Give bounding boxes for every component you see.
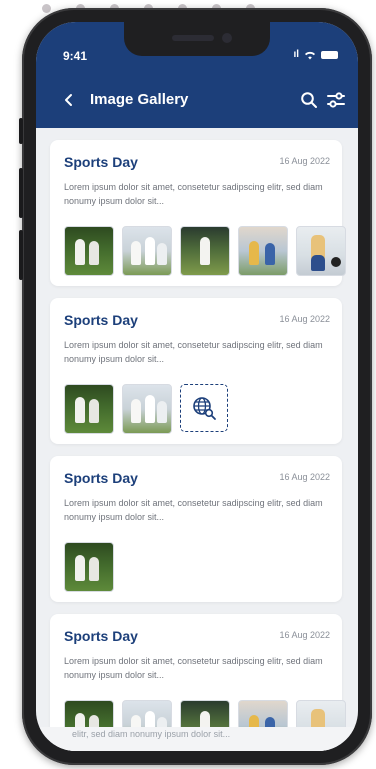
- card-date: 16 Aug 2022: [279, 314, 330, 324]
- search-icon[interactable]: [300, 91, 318, 109]
- card-title: Sports Day: [64, 154, 138, 170]
- card-title: Sports Day: [64, 628, 138, 644]
- card-date: 16 Aug 2022: [279, 472, 330, 482]
- photo-thumbnail[interactable]: [296, 226, 346, 276]
- status-icons: ıl: [293, 50, 338, 60]
- peek-text: elitr, sed diam nonumy ipsum dolor sit..…: [72, 729, 231, 739]
- photo-thumbnail[interactable]: [122, 226, 172, 276]
- card-date: 16 Aug 2022: [279, 156, 330, 166]
- photo-thumbnail[interactable]: [122, 384, 172, 434]
- card-date: 16 Aug 2022: [279, 630, 330, 640]
- chevron-left-icon[interactable]: [61, 92, 77, 108]
- thumbnail-row: [64, 384, 228, 434]
- add-photo-button[interactable]: [180, 384, 228, 432]
- page-title: Image Gallery: [90, 91, 189, 108]
- card-description: Lorem ipsum dolor sit amet, consetetur s…: [64, 182, 323, 206]
- signal-icon: ıl: [293, 49, 299, 60]
- card-description: Lorem ipsum dolor sit amet, consetetur s…: [64, 656, 323, 680]
- notch: [124, 22, 270, 56]
- gallery-card[interactable]: Sports Day 16 Aug 2022 Lorem ipsum dolor…: [50, 298, 342, 444]
- photo-thumbnail[interactable]: [238, 226, 288, 276]
- gallery-card[interactable]: Sports Day 16 Aug 2022 Lorem ipsum dolor…: [50, 140, 346, 286]
- wifi-icon: [305, 51, 315, 60]
- app-header: 9:41 ıl Image Gallery: [36, 22, 358, 128]
- status-time: 9:41: [63, 49, 88, 63]
- mute-switch: [19, 118, 23, 144]
- app-screen: 9:41 ıl Image Gallery Sports Day 16 Aug …: [36, 22, 358, 751]
- nav-bar: Image Gallery: [36, 88, 358, 116]
- card-description: Lorem ipsum dolor sit amet, consetetur s…: [64, 498, 323, 522]
- photo-thumbnail[interactable]: [64, 384, 114, 434]
- card-description: Lorem ipsum dolor sit amet, consetetur s…: [64, 340, 323, 364]
- speaker-grille: [172, 35, 214, 41]
- volume-down-button: [19, 230, 23, 280]
- phone-frame: 9:41 ıl Image Gallery Sports Day 16 Aug …: [19, 8, 372, 765]
- photo-thumbnail[interactable]: [64, 542, 114, 592]
- gallery-card[interactable]: Sports Day 16 Aug 2022 Lorem ipsum dolor…: [50, 456, 342, 602]
- status-bar: 9:41 ıl: [36, 22, 358, 76]
- globe-search-icon: [193, 397, 216, 420]
- dot: [42, 4, 51, 13]
- card-title: Sports Day: [64, 470, 138, 486]
- volume-up-button: [19, 168, 23, 218]
- list-peek: elitr, sed diam nonumy ipsum dolor sit..…: [36, 727, 358, 751]
- card-title: Sports Day: [64, 312, 138, 328]
- gallery-list[interactable]: Sports Day 16 Aug 2022 Lorem ipsum dolor…: [36, 128, 358, 751]
- photo-thumbnail[interactable]: [180, 226, 230, 276]
- thumbnail-row: [64, 542, 114, 592]
- thumbnail-row: [64, 226, 346, 276]
- photo-thumbnail[interactable]: [64, 226, 114, 276]
- battery-icon: [321, 51, 338, 59]
- camera-icon: [222, 33, 232, 43]
- sliders-icon[interactable]: [326, 91, 346, 109]
